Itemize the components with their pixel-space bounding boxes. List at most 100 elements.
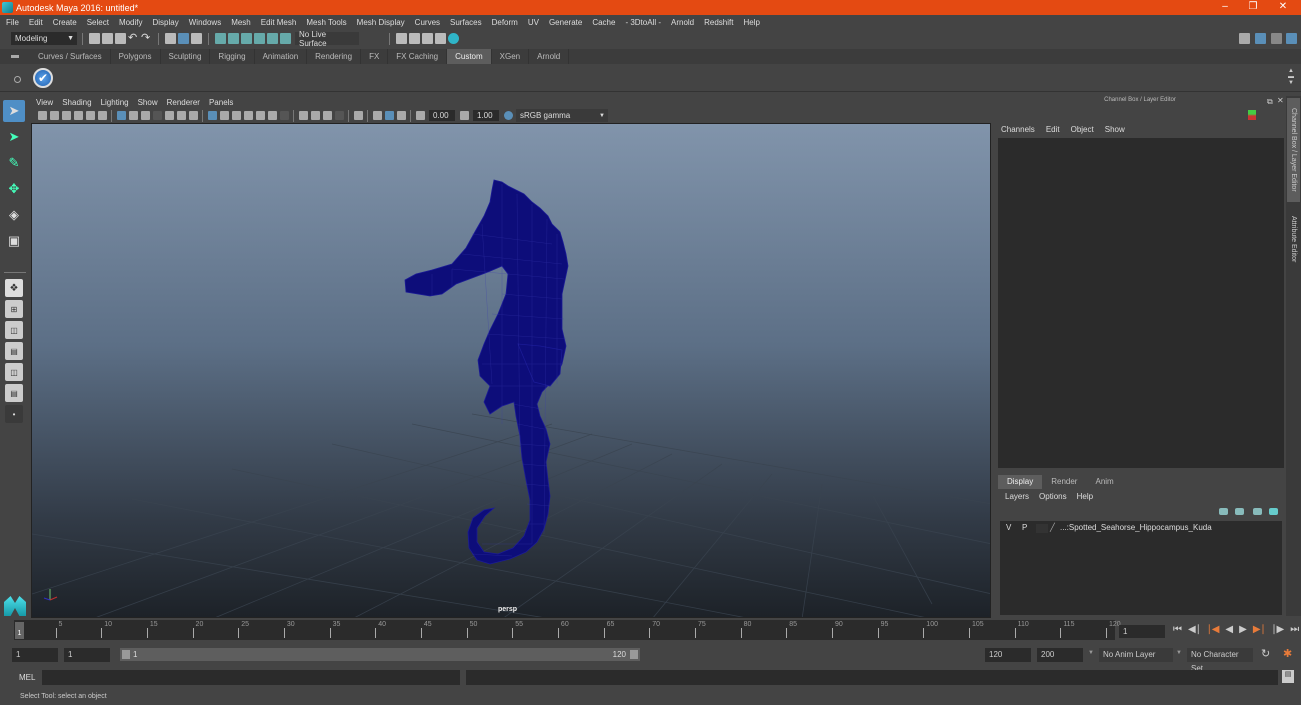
paint-select-tool-icon[interactable]: ✎ bbox=[3, 152, 25, 174]
menu-mesh-tools[interactable]: Mesh Tools bbox=[306, 18, 346, 27]
command-input[interactable] bbox=[42, 670, 460, 685]
menu-select[interactable]: Select bbox=[87, 18, 109, 27]
float-panel-icon[interactable]: ⧉ bbox=[1267, 97, 1273, 107]
move-layer-down-icon[interactable] bbox=[1235, 508, 1244, 515]
menu-mesh-display[interactable]: Mesh Display bbox=[357, 18, 405, 27]
new-scene-icon[interactable] bbox=[89, 33, 100, 44]
wireframe-icon[interactable] bbox=[207, 111, 217, 120]
rotate-tool-icon[interactable]: ◈ bbox=[3, 204, 25, 226]
snap-view-icon[interactable] bbox=[254, 33, 265, 44]
channel-box-menu-show[interactable]: Show bbox=[1105, 125, 1125, 134]
channel-box-menu-channels[interactable]: Channels bbox=[1001, 125, 1035, 134]
minimize-button[interactable]: – bbox=[1210, 0, 1240, 15]
menu-deform[interactable]: Deform bbox=[492, 18, 518, 27]
menu-generate[interactable]: Generate bbox=[549, 18, 582, 27]
menu-create[interactable]: Create bbox=[53, 18, 77, 27]
use-all-lights-icon[interactable] bbox=[255, 111, 265, 120]
open-scene-icon[interactable] bbox=[102, 33, 113, 44]
multisample-aa-icon[interactable] bbox=[310, 111, 320, 120]
step-forward-frame-icon[interactable]: ∣▶ bbox=[1272, 624, 1285, 635]
grease-pencil-icon[interactable] bbox=[97, 111, 107, 120]
tool-settings-icon[interactable] bbox=[1271, 33, 1282, 44]
script-editor-icon[interactable]: ▤ bbox=[1282, 670, 1294, 683]
four-pane-layout-icon[interactable]: ⊞ bbox=[5, 300, 23, 318]
playback-start-field[interactable]: 1 bbox=[64, 648, 110, 662]
layer-tab-anim[interactable]: Anim bbox=[1086, 475, 1122, 489]
anim-layer-dropdown[interactable]: No Anim Layer bbox=[1099, 648, 1173, 662]
character-set-dropdown[interactable]: No Character Set bbox=[1187, 648, 1253, 673]
save-scene-icon[interactable] bbox=[115, 33, 126, 44]
lasso-tool-icon[interactable]: ➤ bbox=[3, 126, 25, 148]
menu-edit[interactable]: Edit bbox=[29, 18, 43, 27]
menu-file[interactable]: File bbox=[6, 18, 19, 27]
menu-mesh[interactable]: Mesh bbox=[231, 18, 251, 27]
field-chart-icon[interactable] bbox=[164, 111, 174, 120]
go-to-end-icon[interactable]: ⏭ bbox=[1290, 624, 1299, 635]
animation-start-field[interactable]: 1 bbox=[12, 648, 58, 662]
current-frame-field[interactable]: 1 bbox=[1119, 625, 1165, 638]
range-slider[interactable]: 1 120 bbox=[120, 648, 640, 661]
render-settings-icon[interactable] bbox=[435, 33, 446, 44]
play-forwards-icon[interactable]: ▶ bbox=[1239, 624, 1247, 635]
channel-box-toggle-icon[interactable] bbox=[1286, 33, 1297, 44]
viewport-menu-panels[interactable]: Panels bbox=[209, 98, 233, 107]
range-end-handle[interactable] bbox=[630, 650, 638, 659]
two-pane-stacked-layout-icon[interactable]: ▤ bbox=[5, 342, 23, 360]
layer-color-icon[interactable]: ╱ bbox=[1050, 523, 1055, 532]
shelf-tab-polygons[interactable]: Polygons bbox=[111, 49, 161, 64]
snap-live-icon[interactable] bbox=[280, 33, 291, 44]
scale-tool-icon[interactable]: ▣ bbox=[3, 230, 25, 252]
mode-selector[interactable]: Modeling ▼ bbox=[11, 32, 77, 45]
manipulator-toggle-icon[interactable] bbox=[1248, 110, 1256, 120]
color-space-dropdown[interactable]: sRGB gamma ▼ bbox=[516, 109, 608, 122]
hud-icon[interactable] bbox=[334, 111, 344, 120]
viewport-menu-lighting[interactable]: Lighting bbox=[101, 98, 129, 107]
go-to-start-icon[interactable]: ⏮ bbox=[1173, 624, 1182, 635]
animation-end-field[interactable]: 200 bbox=[1037, 648, 1083, 662]
smooth-shade-icon[interactable] bbox=[219, 111, 229, 120]
persp-outliner-layout-icon[interactable]: ◫ bbox=[5, 363, 23, 381]
live-surface-field[interactable]: No Live Surface bbox=[295, 30, 359, 48]
channel-box-menu-object[interactable]: Object bbox=[1071, 125, 1094, 134]
two-d-pan-zoom-icon[interactable] bbox=[85, 111, 95, 120]
shelf-tab-curves-surfaces[interactable]: Curves / Surfaces bbox=[30, 49, 111, 64]
close-panel-icon[interactable]: ✕ bbox=[1277, 96, 1284, 105]
viewport-menu-shading[interactable]: Shading bbox=[62, 98, 91, 107]
shelf-tab-arnold[interactable]: Arnold bbox=[529, 49, 570, 64]
menu-arnold[interactable]: Arnold bbox=[671, 18, 694, 27]
snap-grid-icon[interactable] bbox=[215, 33, 226, 44]
menu-modify[interactable]: Modify bbox=[119, 18, 143, 27]
step-back-key-icon[interactable]: ∣◀ bbox=[1207, 624, 1220, 635]
shelf-tab-sculpting[interactable]: Sculpting bbox=[161, 49, 211, 64]
grid-toggle-icon[interactable] bbox=[116, 111, 126, 120]
layer-menu-layers[interactable]: Layers bbox=[1005, 492, 1029, 501]
menu-uv[interactable]: UV bbox=[528, 18, 539, 27]
more-layouts-icon[interactable]: • bbox=[5, 405, 23, 423]
auto-key-icon[interactable]: ↻ bbox=[1261, 647, 1270, 660]
range-start-handle[interactable] bbox=[122, 650, 130, 659]
layer-row[interactable]: V P ╱ ...:Spotted_Seahorse_Hippocampus_K… bbox=[1000, 523, 1282, 535]
checkmark-shelf-button-icon[interactable]: ✔ bbox=[33, 68, 53, 88]
safe-action-icon[interactable] bbox=[176, 111, 186, 120]
render-view-icon[interactable] bbox=[396, 33, 407, 44]
current-time-marker[interactable]: 1 bbox=[15, 622, 24, 639]
attribute-editor-toggle-icon[interactable] bbox=[1255, 33, 1266, 44]
shelf-settings-icon[interactable] bbox=[14, 76, 21, 83]
film-gate-icon[interactable] bbox=[128, 111, 138, 120]
channel-box-area[interactable] bbox=[998, 138, 1284, 468]
exposure-icon[interactable] bbox=[415, 111, 425, 120]
bookmark-icon[interactable] bbox=[61, 111, 71, 120]
menu-windows[interactable]: Windows bbox=[189, 18, 221, 27]
new-layer-from-selected-icon[interactable] bbox=[1269, 508, 1278, 515]
channel-box-menu-edit[interactable]: Edit bbox=[1046, 125, 1060, 134]
side-tab-channel-box[interactable]: Channel Box / Layer Editor bbox=[1287, 98, 1300, 202]
layer-tab-render[interactable]: Render bbox=[1042, 475, 1086, 489]
gamma-field[interactable]: 1.00 bbox=[473, 110, 499, 121]
shelf-tab-fx[interactable]: FX bbox=[361, 49, 389, 64]
menu-cache[interactable]: Cache bbox=[592, 18, 615, 27]
play-backwards-icon[interactable]: ◀ bbox=[1225, 624, 1233, 635]
menu-help[interactable]: Help bbox=[743, 18, 759, 27]
menu-display[interactable]: Display bbox=[153, 18, 179, 27]
persp-graph-layout-icon[interactable]: ▤ bbox=[5, 384, 23, 402]
menu-edit-mesh[interactable]: Edit Mesh bbox=[261, 18, 297, 27]
